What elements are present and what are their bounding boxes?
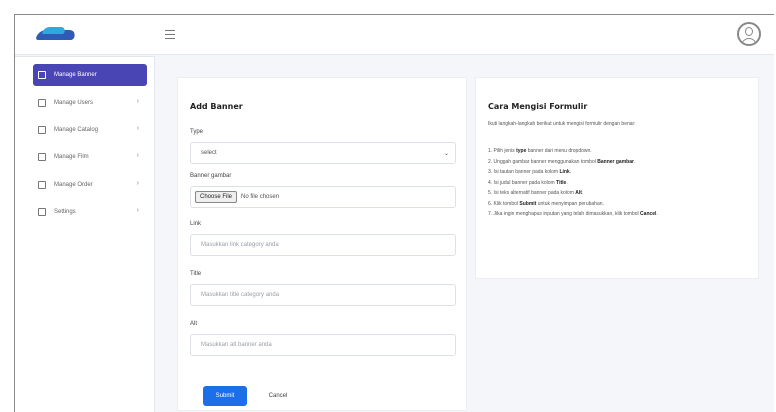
chevron-right-icon: › <box>136 125 139 132</box>
title-placeholder: Masukkan title category anda <box>201 292 280 298</box>
guide-title: Cara Mengisi Formulir <box>488 102 588 111</box>
choose-file-button[interactable]: Choose File <box>195 191 238 203</box>
sidebar-item-settings[interactable]: Settings › <box>33 201 149 223</box>
banner-image-label: Banner gambar <box>190 173 232 179</box>
type-label: Type <box>190 129 204 135</box>
user-avatar-icon[interactable] <box>737 22 761 46</box>
sidebar-divider <box>15 56 155 57</box>
link-label: Link <box>190 221 202 227</box>
title-input[interactable]: Masukkan title category anda <box>190 284 456 306</box>
sidebar-item-label: Manage Film <box>54 154 89 160</box>
guide-steps-list: 1. Pilih jenis type banner dari menu dro… <box>488 146 750 220</box>
title-label: Title <box>190 271 202 277</box>
settings-icon <box>38 208 46 216</box>
link-placeholder: Masukkan link category anda <box>201 242 279 248</box>
banner-icon <box>38 71 46 79</box>
form-guide-card: Cara Mengisi Formulir Ikuti langkah-lang… <box>475 77 759 279</box>
top-navbar <box>15 15 774 55</box>
hamburger-menu-icon[interactable] <box>165 30 175 39</box>
alt-input[interactable]: Masukkan alt banner anda <box>190 334 456 356</box>
sidebar-item-manage-users[interactable]: Manage Users › <box>33 92 149 114</box>
guide-step: 3. Isi tautan banner pada kolom Link. <box>488 169 572 175</box>
film-icon <box>38 153 46 161</box>
chevron-right-icon: › <box>136 152 139 159</box>
sidebar-item-label: Manage Order <box>54 182 93 188</box>
guide-step: 1. Pilih jenis type banner dari menu dro… <box>488 148 592 154</box>
form-title: Add Banner <box>190 102 243 111</box>
guide-step: 2. Unggah gambar banner menggunakan tomb… <box>488 158 636 165</box>
guide-step: 5. Isi teks alternatif banner pada kolom… <box>488 190 584 196</box>
sidebar-item-manage-banner[interactable]: Manage Banner <box>33 64 147 86</box>
cancel-button[interactable]: Cancel <box>258 386 298 406</box>
no-file-chosen-text: No file chosen <box>241 194 280 200</box>
sidebar-item-manage-film[interactable]: Manage Film › <box>33 146 149 168</box>
alt-label: Alt <box>190 321 198 327</box>
brand-logo-icon[interactable] <box>35 27 77 43</box>
banner-image-file-input[interactable]: Choose File No file chosen <box>190 186 456 208</box>
sidebar-item-label: Manage Catalog <box>54 127 99 133</box>
guide-step: 4. Isi judul banner pada kolom Title. <box>488 179 568 186</box>
type-select[interactable]: select ⌄ <box>190 142 456 164</box>
guide-intro: Ikuti langkah-langkah berikut untuk meng… <box>488 121 636 127</box>
sidebar-item-label: Manage Banner <box>54 72 97 78</box>
order-icon <box>38 181 46 189</box>
sidebar-item-manage-catalog[interactable]: Manage Catalog › <box>33 119 149 141</box>
sidebar: Manage Banner Manage Users › Manage Cata… <box>15 56 155 412</box>
link-input[interactable]: Masukkan link category anda <box>190 234 456 256</box>
type-select-value: select <box>201 150 217 156</box>
users-icon <box>38 99 46 107</box>
add-banner-form-card: Add Banner Type select ⌄ Banner gambar C… <box>177 77 467 411</box>
chevron-down-icon: ⌄ <box>443 151 449 157</box>
sidebar-item-manage-order[interactable]: Manage Order › <box>33 174 149 196</box>
chevron-right-icon: › <box>136 98 139 105</box>
submit-button[interactable]: Submit <box>203 386 247 406</box>
guide-step: 7. Jika ingin menghapus inputan yang tel… <box>488 211 658 217</box>
app-window: Manage Banner Manage Users › Manage Cata… <box>14 14 774 412</box>
sidebar-item-label: Manage Users <box>54 100 94 106</box>
chevron-right-icon: › <box>136 207 139 214</box>
alt-placeholder: Masukkan alt banner anda <box>201 342 272 348</box>
chevron-right-icon: › <box>136 180 139 187</box>
catalog-icon <box>38 126 46 134</box>
guide-step: 6. Klik tombol Submit untuk menyimpan pe… <box>488 200 604 207</box>
sidebar-item-label: Settings <box>54 209 76 215</box>
